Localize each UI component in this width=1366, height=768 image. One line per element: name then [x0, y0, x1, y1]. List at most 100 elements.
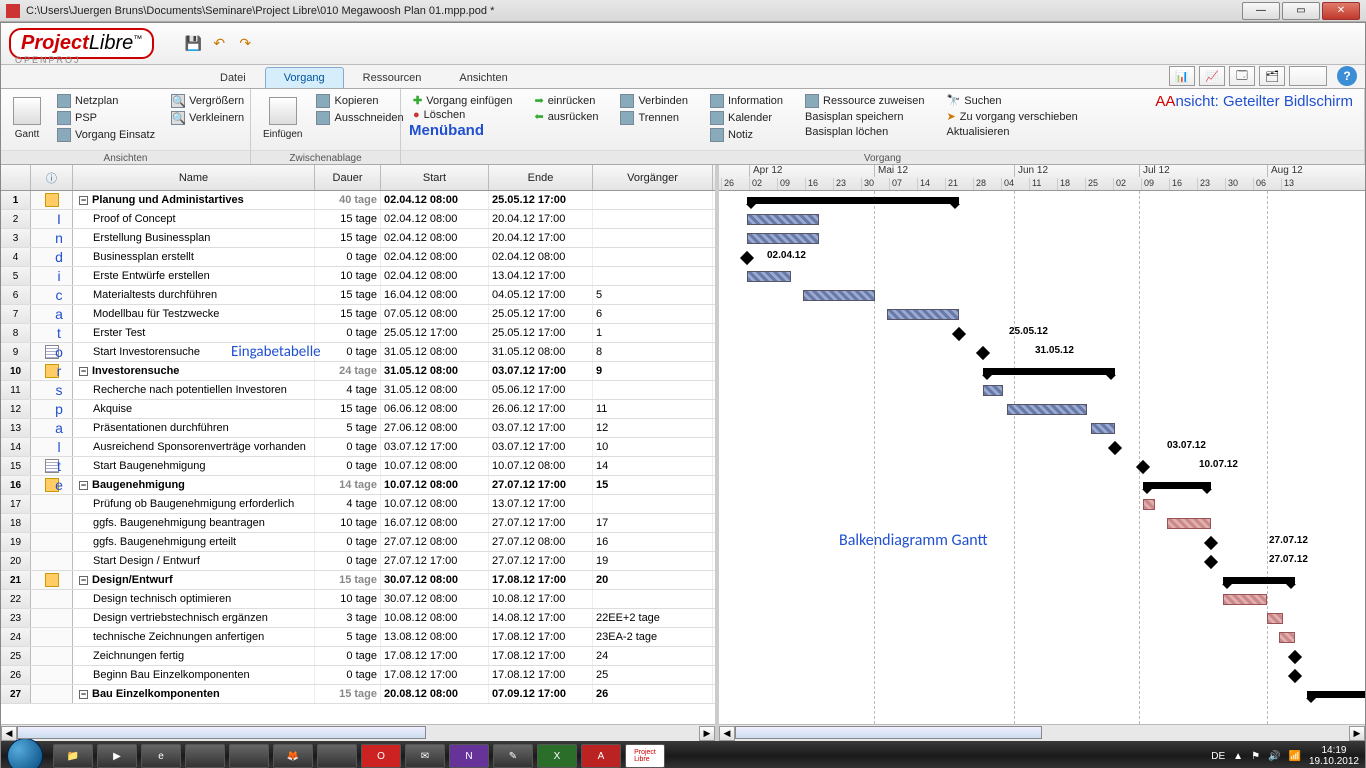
- taskbar-pdf[interactable]: A: [581, 744, 621, 768]
- gantt-button[interactable]: Gantt: [9, 93, 45, 151]
- table-row[interactable]: 1−Planung und Administartives40 tage02.0…: [1, 191, 715, 210]
- timeline-header[interactable]: Apr 12Mai 12Jun 12Jul 12Aug 122602091623…: [719, 165, 1365, 191]
- taskbar-outlook[interactable]: ✉: [405, 744, 445, 768]
- table-row[interactable]: 25Zeichnungen fertig0 tage17.08.12 17:00…: [1, 647, 715, 666]
- table-row[interactable]: 19ggfs. Baugenehmigung erteilt0 tage27.0…: [1, 533, 715, 552]
- taskbar-firefox[interactable]: 🦊: [273, 744, 313, 768]
- tray-network-icon[interactable]: 📶: [1288, 751, 1300, 762]
- col-name[interactable]: Name: [73, 165, 315, 190]
- collapse-icon[interactable]: −: [79, 690, 88, 699]
- table-row[interactable]: 13Präsentationen durchführen5 tage27.06.…: [1, 419, 715, 438]
- tray-flag-icon[interactable]: ⚑: [1251, 751, 1260, 762]
- taskbar-ie[interactable]: e: [141, 744, 181, 768]
- outdent-button[interactable]: ⬅ausrücken: [530, 109, 602, 124]
- table-row[interactable]: 26Beginn Bau Einzelkomponenten0 tage17.0…: [1, 666, 715, 685]
- table-row[interactable]: 11Recherche nach potentiellen Investoren…: [1, 381, 715, 400]
- table-row[interactable]: 2Proof of Concept15 tage02.04.12 08:0020…: [1, 210, 715, 229]
- vorgang-einsatz-button[interactable]: Vorgang Einsatz: [53, 127, 159, 143]
- tab-ressourcen[interactable]: Ressourcen: [344, 67, 441, 88]
- taskbar-explorer[interactable]: 📁: [53, 744, 93, 768]
- col-rownum[interactable]: [1, 165, 31, 190]
- table-row[interactable]: 22Design technisch optimieren10 tage30.0…: [1, 590, 715, 609]
- collapse-icon[interactable]: −: [79, 367, 88, 376]
- col-start[interactable]: Start: [381, 165, 489, 190]
- table-row[interactable]: 23Design vertriebstechnisch ergänzen3 ta…: [1, 609, 715, 628]
- psp-button[interactable]: PSP: [53, 110, 159, 126]
- col-vorgaenger[interactable]: Vorgänger: [593, 165, 713, 190]
- scroll-right-icon[interactable]: ▶: [699, 726, 715, 741]
- col-indicator[interactable]: ⓘ: [31, 165, 73, 190]
- table-row[interactable]: 7Modellbau für Testzwecke15 tage07.05.12…: [1, 305, 715, 324]
- taskbar-vodafone[interactable]: O: [361, 744, 401, 768]
- table-row[interactable]: 27−Bau Einzelkomponenten15 tage20.08.12 …: [1, 685, 715, 704]
- taskbar-excel[interactable]: X: [537, 744, 577, 768]
- taskbar-app3[interactable]: [317, 744, 357, 768]
- help-icon[interactable]: ?: [1337, 66, 1357, 86]
- view-icon-2[interactable]: 📈: [1199, 66, 1225, 86]
- zoom-out-button[interactable]: 🔍Verkleinern: [167, 110, 248, 126]
- table-row[interactable]: 9Start Investorensuche0 tage31.05.12 08:…: [1, 343, 715, 362]
- tray-lang[interactable]: DE: [1211, 751, 1225, 762]
- netzplan-button[interactable]: Netzplan: [53, 93, 159, 109]
- view-icon-1[interactable]: 📊: [1169, 66, 1195, 86]
- table-hscrollbar[interactable]: ◀ ▶: [1, 724, 715, 741]
- save-icon[interactable]: 💾: [184, 35, 202, 53]
- taskbar-onenote[interactable]: N: [449, 744, 489, 768]
- insert-task-button[interactable]: ✚Vorgang einfügen: [409, 93, 516, 108]
- taskbar-projectlibre[interactable]: ProjectLibre: [625, 744, 665, 768]
- table-row[interactable]: 8Erster Test0 tage25.05.12 17:0025.05.12…: [1, 324, 715, 343]
- maximize-button[interactable]: ▭: [1282, 2, 1320, 20]
- table-row[interactable]: 16−Baugenehmigung14 tage10.07.12 08:0027…: [1, 476, 715, 495]
- table-row[interactable]: 10−Investorensuche24 tage31.05.12 08:000…: [1, 362, 715, 381]
- taskbar-app1[interactable]: [185, 744, 225, 768]
- view-icon-4[interactable]: 🗂: [1259, 66, 1285, 86]
- note-button[interactable]: Notiz: [706, 127, 787, 143]
- cut-button[interactable]: Ausschneiden: [312, 110, 407, 126]
- table-row[interactable]: 4Businessplan erstellt0 tage02.04.12 08:…: [1, 248, 715, 267]
- zoom-in-button[interactable]: 🔍Vergrößern: [167, 93, 248, 109]
- undo-icon[interactable]: ↶: [210, 35, 228, 53]
- gantt-scroll-left-icon[interactable]: ◀: [719, 726, 735, 741]
- gantt-scroll-right-icon[interactable]: ▶: [1349, 726, 1365, 741]
- collapse-icon[interactable]: −: [79, 576, 88, 585]
- info-button[interactable]: Information: [706, 93, 787, 109]
- minimize-button[interactable]: —: [1242, 2, 1280, 20]
- view-icon-5[interactable]: [1289, 66, 1327, 86]
- paste-button[interactable]: Einfügen: [259, 93, 306, 151]
- view-icon-3[interactable]: 🗔: [1229, 66, 1255, 86]
- update-button[interactable]: Aktualisieren: [943, 125, 1082, 139]
- assign-resource-button[interactable]: Ressource zuweisen: [801, 93, 929, 109]
- tab-datei[interactable]: Datei: [201, 67, 265, 88]
- close-button[interactable]: ✕: [1322, 2, 1360, 20]
- table-body[interactable]: Indicatorspalte Eingabetabelle 1−Planung…: [1, 191, 715, 724]
- col-ende[interactable]: Ende: [489, 165, 593, 190]
- redo-icon[interactable]: ↷: [236, 35, 254, 53]
- tab-ansichten[interactable]: Ansichten: [440, 67, 526, 88]
- search-button[interactable]: 🔭Suchen: [943, 93, 1082, 108]
- table-row[interactable]: 24technische Zeichnungen anfertigen5 tag…: [1, 628, 715, 647]
- delete-task-button[interactable]: ●Löschen: [409, 108, 516, 122]
- table-row[interactable]: 18ggfs. Baugenehmigung beantragen10 tage…: [1, 514, 715, 533]
- goto-task-button[interactable]: ➤Zu vorgang verschieben: [943, 109, 1082, 124]
- tab-vorgang[interactable]: Vorgang: [265, 67, 344, 88]
- start-button[interactable]: [7, 738, 43, 768]
- table-row[interactable]: 17Prüfung ob Baugenehmigung erforderlich…: [1, 495, 715, 514]
- table-row[interactable]: 6Materialtests durchführen15 tage16.04.1…: [1, 286, 715, 305]
- calendar-button[interactable]: Kalender: [706, 110, 787, 126]
- tray-clock[interactable]: 14:1919.10.2012: [1309, 745, 1359, 767]
- scroll-left-icon[interactable]: ◀: [1, 726, 17, 741]
- table-row[interactable]: 21−Design/Entwurf15 tage30.07.12 08:0017…: [1, 571, 715, 590]
- copy-button[interactable]: Kopieren: [312, 93, 407, 109]
- delete-baseline-button[interactable]: Basisplan löchen: [801, 125, 929, 139]
- indent-button[interactable]: ➡einrücken: [530, 93, 602, 108]
- table-row[interactable]: 12Akquise15 tage06.06.12 08:0026.06.12 1…: [1, 400, 715, 419]
- table-row[interactable]: 20Start Design / Entwurf0 tage27.07.12 1…: [1, 552, 715, 571]
- col-dauer[interactable]: Dauer: [315, 165, 381, 190]
- link-button[interactable]: Verbinden: [616, 93, 692, 109]
- taskbar-app4[interactable]: ✎: [493, 744, 533, 768]
- table-row[interactable]: 15Start Baugenehmigung0 tage10.07.12 08:…: [1, 457, 715, 476]
- tray-volume-icon[interactable]: 🔊: [1268, 751, 1280, 762]
- unlink-button[interactable]: Trennen: [616, 110, 692, 126]
- tray-chevron-icon[interactable]: ▲: [1233, 751, 1243, 762]
- table-row[interactable]: 3Erstellung Businessplan15 tage02.04.12 …: [1, 229, 715, 248]
